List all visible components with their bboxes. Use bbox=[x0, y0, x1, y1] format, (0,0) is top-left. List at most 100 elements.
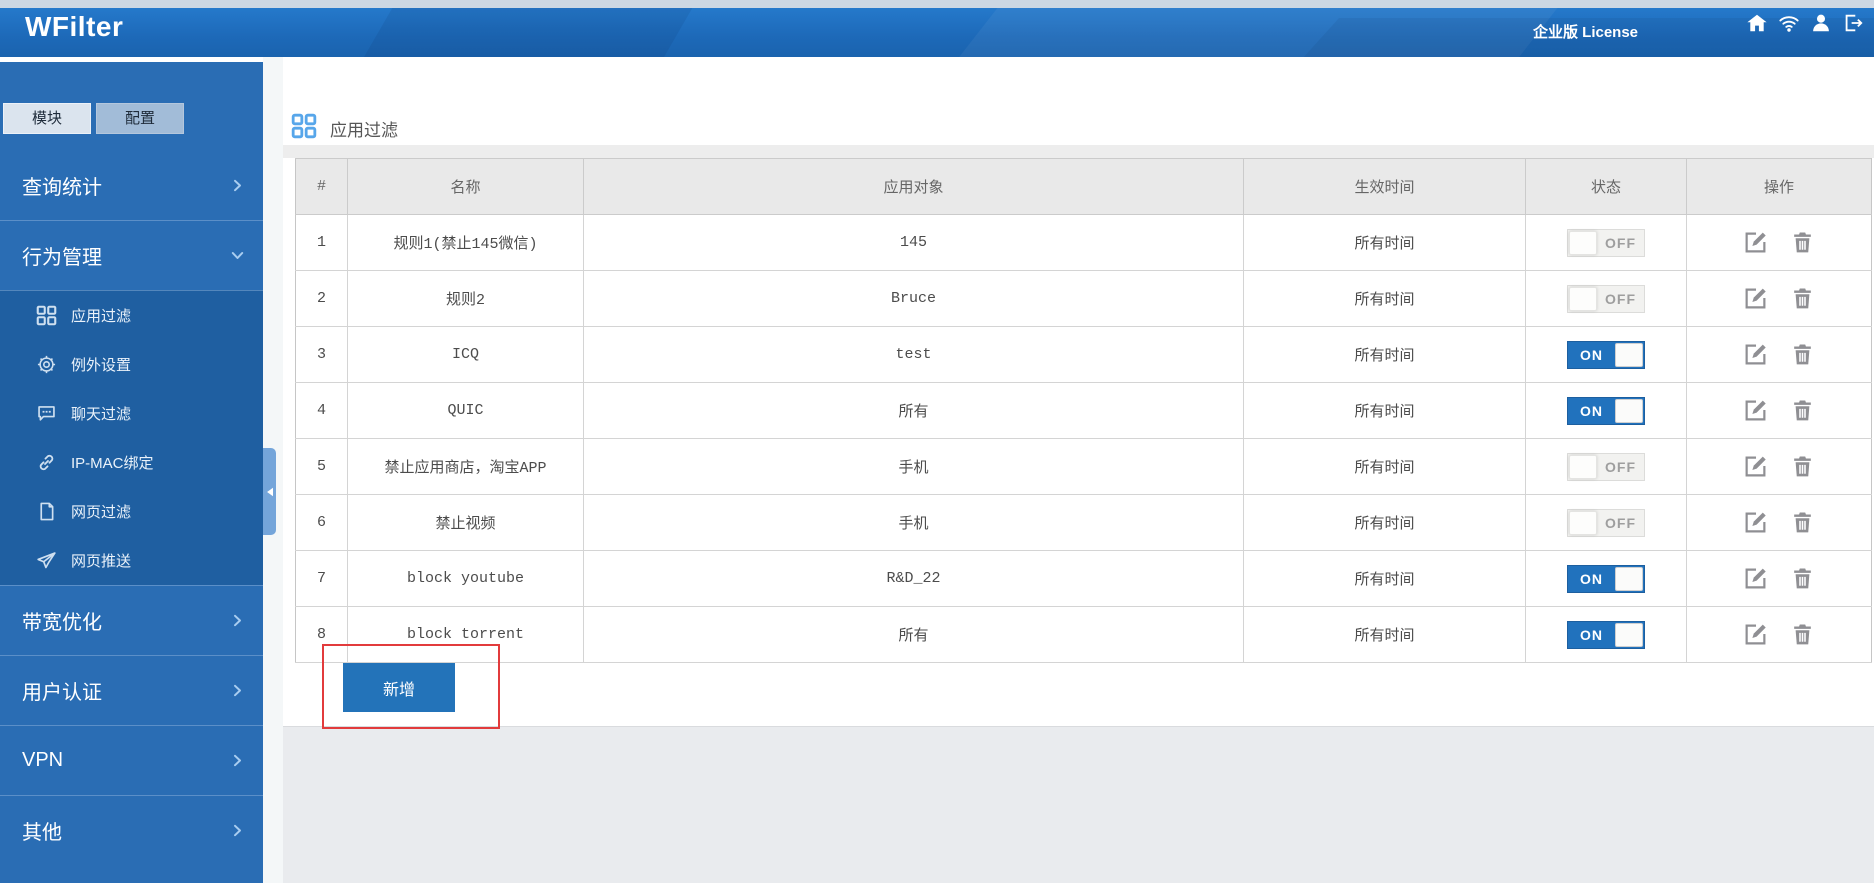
actions-cell bbox=[1686, 550, 1872, 607]
sidebar-item-web-filter[interactable]: 网页过滤 bbox=[0, 487, 263, 536]
edit-button[interactable] bbox=[1743, 510, 1768, 535]
toggle-label: ON bbox=[1580, 402, 1603, 419]
column-header: 生效时间 bbox=[1243, 158, 1526, 215]
time-cell: 所有时间 bbox=[1243, 326, 1526, 383]
delete-button[interactable] bbox=[1790, 398, 1815, 423]
row-number-cell: 5 bbox=[295, 438, 348, 495]
status-toggle[interactable]: OFF bbox=[1567, 452, 1645, 481]
row-number-cell: 8 bbox=[295, 606, 348, 663]
status-toggle[interactable]: OFF bbox=[1567, 508, 1645, 537]
table-row: 3 ICQ test 所有时间 ON bbox=[295, 326, 1872, 383]
sidebar-item-label: 行为管理 bbox=[22, 247, 102, 269]
toggle-label: OFF bbox=[1605, 234, 1636, 251]
status-toggle[interactable]: OFF bbox=[1567, 228, 1645, 257]
delete-button[interactable] bbox=[1790, 454, 1815, 479]
delete-button[interactable] bbox=[1790, 342, 1815, 367]
wifi-icon[interactable] bbox=[1778, 12, 1800, 34]
actions-cell bbox=[1686, 326, 1872, 383]
row-number-cell: 3 bbox=[295, 326, 348, 383]
sidebar-item-label: 其他 bbox=[22, 822, 62, 844]
wfilter-app: WFilter 企业版 License 帮助 模块 配置 查询统计行为管理应用过… bbox=[0, 0, 1874, 883]
chevron-right-icon bbox=[230, 683, 245, 698]
target-cell: R&D_22 bbox=[583, 550, 1244, 607]
time-cell: 所有时间 bbox=[1243, 214, 1526, 271]
status-toggle[interactable]: ON bbox=[1567, 396, 1645, 425]
sidebar-item-label: 用户认证 bbox=[22, 682, 102, 704]
home-icon[interactable] bbox=[1746, 12, 1768, 34]
delete-button[interactable] bbox=[1790, 230, 1815, 255]
status-cell: ON bbox=[1525, 550, 1687, 607]
row-number-cell: 2 bbox=[295, 270, 348, 327]
delete-button[interactable] bbox=[1790, 286, 1815, 311]
status-cell: ON bbox=[1525, 606, 1687, 663]
edit-button[interactable] bbox=[1743, 286, 1768, 311]
chevron-down-icon bbox=[230, 248, 245, 263]
edit-icon bbox=[1743, 286, 1768, 311]
rule-name-cell: block youtube bbox=[347, 550, 584, 607]
rule-name-cell: ICQ bbox=[347, 326, 584, 383]
chevron-right-icon bbox=[230, 178, 245, 193]
sidebar-item-others[interactable]: 其他 bbox=[0, 795, 263, 865]
status-toggle[interactable]: ON bbox=[1567, 620, 1645, 649]
edit-button[interactable] bbox=[1743, 622, 1768, 647]
grid-icon bbox=[291, 113, 317, 139]
edit-button[interactable] bbox=[1743, 398, 1768, 423]
user-icon[interactable] bbox=[1810, 12, 1832, 34]
toggle-knob bbox=[1569, 286, 1597, 311]
delete-button[interactable] bbox=[1790, 622, 1815, 647]
sidebar-item-behavior-mgmt[interactable]: 行为管理 bbox=[0, 220, 263, 290]
trash-icon bbox=[1790, 286, 1815, 311]
target-cell: 手机 bbox=[583, 494, 1244, 551]
gear-icon bbox=[36, 354, 57, 375]
edit-button[interactable] bbox=[1743, 230, 1768, 255]
toggle-label: ON bbox=[1580, 626, 1603, 643]
toggle-knob bbox=[1615, 398, 1643, 423]
add-button[interactable]: 新增 bbox=[343, 663, 455, 712]
column-header: 操作 bbox=[1686, 158, 1872, 215]
sidebar-tabs: 模块 配置 bbox=[3, 103, 184, 134]
sidebar-item-user-auth[interactable]: 用户认证 bbox=[0, 655, 263, 725]
edit-icon bbox=[1743, 566, 1768, 591]
sidebar-item-query-stats[interactable]: 查询统计 bbox=[0, 150, 263, 220]
tab-modules[interactable]: 模块 bbox=[3, 103, 91, 134]
sidebar-item-exception-settings[interactable]: 例外设置 bbox=[0, 340, 263, 389]
target-cell: Bruce bbox=[583, 270, 1244, 327]
table-top-strip bbox=[283, 145, 1874, 158]
status-cell: OFF bbox=[1525, 438, 1687, 495]
sidebar-collapse-handle[interactable] bbox=[263, 448, 276, 535]
edit-icon bbox=[1743, 230, 1768, 255]
status-toggle[interactable]: OFF bbox=[1567, 284, 1645, 313]
trash-icon bbox=[1790, 510, 1815, 535]
edit-icon bbox=[1743, 622, 1768, 647]
status-cell: OFF bbox=[1525, 214, 1687, 271]
toggle-knob bbox=[1569, 230, 1597, 255]
target-cell: test bbox=[583, 326, 1244, 383]
app-logo: WFilter bbox=[25, 11, 124, 42]
edit-button[interactable] bbox=[1743, 342, 1768, 367]
row-number-cell: 4 bbox=[295, 382, 348, 439]
tab-config[interactable]: 配置 bbox=[96, 103, 184, 134]
rule-name-cell: 禁止应用商店，淘宝APP bbox=[347, 438, 584, 495]
logout-icon[interactable] bbox=[1842, 12, 1864, 34]
sidebar-item-bandwidth-opt[interactable]: 带宽优化 bbox=[0, 585, 263, 655]
edit-button[interactable] bbox=[1743, 566, 1768, 591]
trash-icon bbox=[1790, 566, 1815, 591]
delete-button[interactable] bbox=[1790, 566, 1815, 591]
sidebar-item-ip-mac-binding[interactable]: IP-MAC绑定 bbox=[0, 438, 263, 487]
target-cell: 145 bbox=[583, 214, 1244, 271]
delete-button[interactable] bbox=[1790, 510, 1815, 535]
sidebar-item-chat-filter[interactable]: 聊天过滤 bbox=[0, 389, 263, 438]
edit-icon bbox=[1743, 342, 1768, 367]
row-number-cell: 1 bbox=[295, 214, 348, 271]
rule-name-cell: block torrent bbox=[347, 606, 584, 663]
sidebar-item-vpn[interactable]: VPN bbox=[0, 725, 263, 795]
edit-button[interactable] bbox=[1743, 454, 1768, 479]
sidebar-subitem-label: 网页推送 bbox=[71, 553, 132, 570]
sidebar-item-web-push[interactable]: 网页推送 bbox=[0, 536, 263, 585]
status-toggle[interactable]: ON bbox=[1567, 564, 1645, 593]
sidebar-item-app-filter[interactable]: 应用过滤 bbox=[0, 291, 263, 340]
window-top-strip bbox=[0, 0, 1874, 8]
status-toggle[interactable]: ON bbox=[1567, 340, 1645, 369]
table-row: 2 规则2 Bruce 所有时间 OFF bbox=[295, 270, 1872, 327]
status-cell: OFF bbox=[1525, 270, 1687, 327]
